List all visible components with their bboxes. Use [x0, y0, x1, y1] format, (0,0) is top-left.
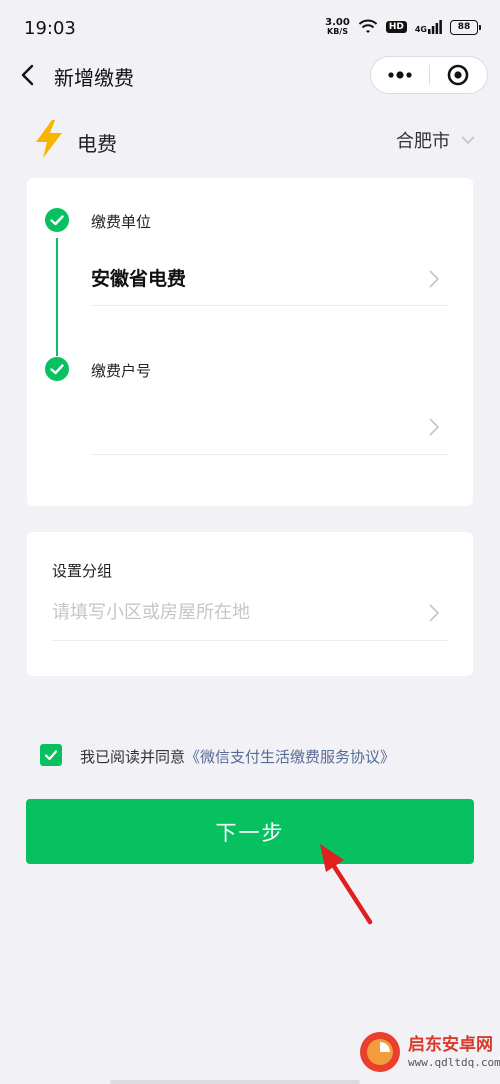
- status-icons: 3.00 KB/S HD 4G 88: [325, 17, 481, 37]
- wifi-icon: [358, 19, 378, 33]
- chevron-right-icon: [429, 604, 440, 622]
- home-indicator: [110, 1080, 360, 1084]
- watermark-brand: 启东安卓网: [408, 1035, 493, 1055]
- watermark-logo-icon: [360, 1032, 400, 1072]
- agreement-prefix: 我已阅读并同意: [80, 748, 186, 766]
- hd-badge: HD: [385, 21, 407, 33]
- battery-icon: 88: [450, 19, 481, 35]
- city-label: 合肥市: [396, 131, 450, 152]
- group-placeholder: 请填写小区或房屋所在地: [52, 602, 250, 623]
- lightning-bolt-icon: [36, 120, 62, 158]
- city-selector[interactable]: 合肥市: [396, 127, 476, 153]
- more-dots-icon: [388, 71, 412, 79]
- next-step-button[interactable]: 下一步: [26, 799, 474, 864]
- agreement-text: 我已阅读并同意《微信支付生活缴费服务协议》: [80, 746, 395, 767]
- cellular-signal-icon: 4G: [415, 20, 442, 34]
- more-button[interactable]: [371, 57, 429, 93]
- agreement-link[interactable]: 《微信支付生活缴费服务协议》: [185, 748, 395, 766]
- account-number-label: 缴费户号: [91, 362, 152, 380]
- watermark-url: www.qdltdq.com: [408, 1056, 500, 1069]
- back-arrow-icon[interactable]: [14, 60, 44, 90]
- status-bar: 19:03 3.00 KB/S HD 4G 88: [0, 0, 500, 60]
- divider: [52, 640, 447, 641]
- account-number-input[interactable]: [91, 400, 447, 454]
- group-label: 设置分组: [52, 562, 113, 580]
- checkmark-icon: [44, 750, 58, 761]
- payment-unit-label: 缴费单位: [91, 213, 152, 231]
- step-check-icon: [45, 208, 69, 232]
- page-title: 新增缴费: [54, 66, 134, 90]
- site-watermark: 启东安卓网 www.qdltdq.com: [358, 1024, 500, 1080]
- close-mini-program-button[interactable]: [429, 57, 487, 93]
- nav-bar: 新增缴费: [0, 52, 500, 100]
- chevron-right-icon: [429, 418, 440, 436]
- payment-unit-value: 安徽省电费: [91, 268, 187, 290]
- status-time: 19:03: [24, 18, 76, 39]
- agreement-checkbox[interactable]: [40, 744, 62, 766]
- divider: [91, 454, 447, 455]
- chevron-down-icon: [461, 136, 475, 145]
- divider: [91, 305, 447, 306]
- network-speed: 3.00 KB/S: [325, 17, 350, 37]
- category-label: 电费: [77, 132, 117, 156]
- agreement-row: 我已阅读并同意《微信支付生活缴费服务协议》: [40, 742, 480, 770]
- mini-program-capsule: [370, 56, 488, 94]
- group-input[interactable]: 请填写小区或房屋所在地: [52, 588, 447, 638]
- payment-unit-selector[interactable]: 安徽省电费: [91, 252, 447, 304]
- chevron-right-icon: [429, 270, 440, 288]
- category-row: 电费 合肥市: [0, 114, 500, 164]
- annotation-arrow-icon: [320, 844, 373, 925]
- step-timeline-line: [56, 238, 58, 356]
- step-check-icon: [45, 357, 69, 381]
- target-close-icon: [447, 64, 469, 86]
